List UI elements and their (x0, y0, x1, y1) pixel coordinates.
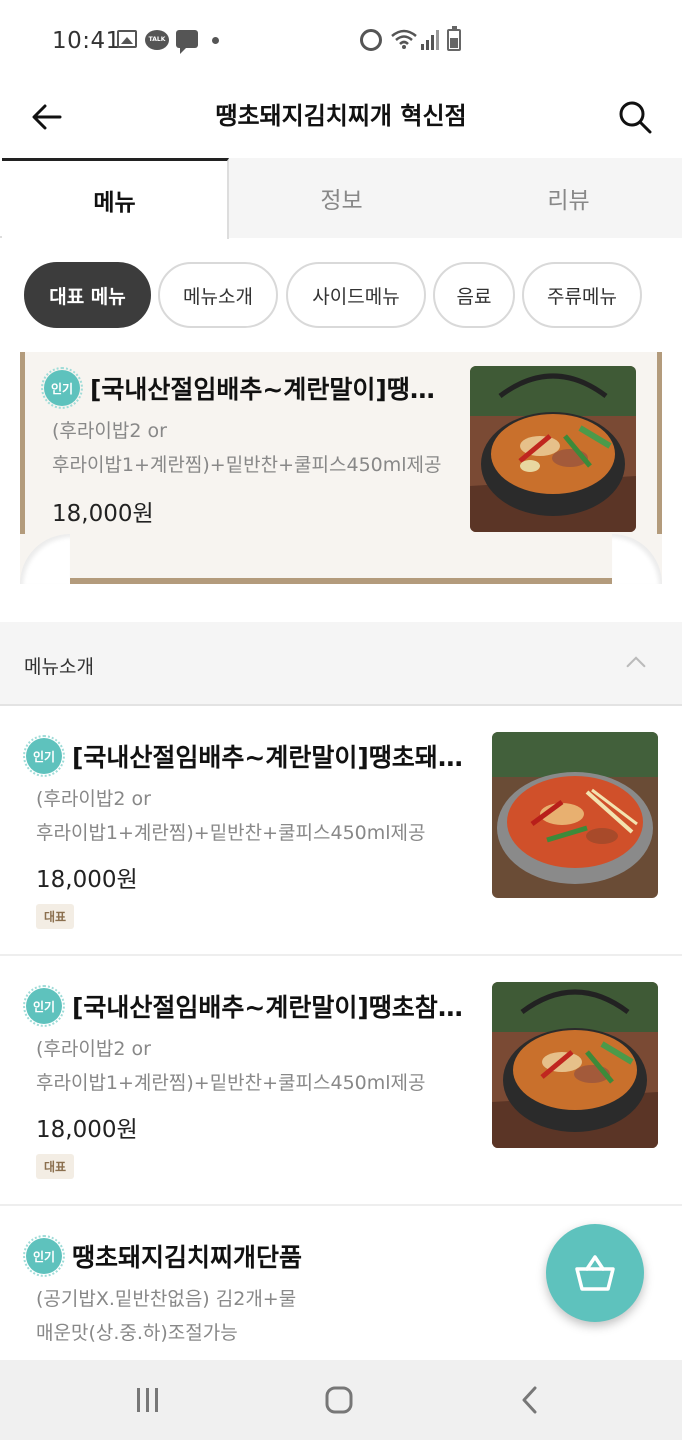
item-desc-line1: (후라이밥2 or (36, 788, 151, 810)
tab-info[interactable]: 정보 (228, 158, 455, 238)
chip-menu-intro[interactable]: 메뉴소개 (158, 262, 278, 328)
system-nav-bar (0, 1360, 682, 1440)
alarm-icon (360, 29, 382, 51)
home-icon (325, 1386, 353, 1414)
status-bar: 10:41 TALK (0, 0, 682, 80)
list-item[interactable]: 인기 [국내산절임배추~계란말이]땡초참치김치찌개 (후라이밥2 or 후라이밥… (0, 956, 682, 1206)
signature-tag: 대표 (36, 904, 75, 929)
recent-apps-icon (137, 1388, 158, 1412)
tab-review[interactable]: 리뷰 (455, 158, 682, 238)
featured-food-image (470, 366, 636, 532)
battery-icon (447, 26, 461, 51)
featured-menu-card[interactable]: 인기 [국내산절임배추~계란말이]땡초돼지김치찌개 (후라이밥2 or 후라이밥… (14, 352, 668, 592)
frame-rail-right (657, 352, 662, 534)
frame-rail-bottom (70, 578, 612, 584)
tab-bar: 메뉴 정보 리뷰 (0, 158, 682, 239)
popular-badge: 인기 (23, 735, 65, 777)
recent-apps-button[interactable] (118, 1380, 178, 1420)
gallery-notification-icon (117, 30, 137, 48)
featured-desc-line2: 후라이밥1+계란찜)+밑반찬+쿨피스450ml제공 (52, 454, 442, 476)
item-desc-line1: (공기밥X.밑반찬없음) 김2개+물 (36, 1288, 297, 1310)
item-title: 땡초돼지김치찌개단품 (72, 1243, 303, 1272)
item-title: [국내산절임배추~계란말이]땡초참치김치찌개 (72, 993, 472, 1022)
chevron-up-icon[interactable] (626, 652, 646, 672)
item-desc-line2: 매운맛(상.중.하)조절가능 (36, 1322, 238, 1344)
signal-icon (421, 30, 439, 50)
chip-liquor-menu[interactable]: 주류메뉴 (522, 262, 642, 328)
message-notification-icon (176, 30, 198, 54)
chip-side-menu[interactable]: 사이드메뉴 (286, 262, 426, 328)
basket-icon (575, 1255, 615, 1291)
featured-title: [국내산절임배추~계란말이]땡초돼지김치찌개 (90, 375, 450, 404)
page-title: 땡초돼지김치찌개 혁신점 (215, 102, 467, 130)
home-button[interactable] (309, 1380, 369, 1420)
item-desc-line1: (후라이밥2 or (36, 1038, 151, 1060)
featured-desc-line1: (후라이밥2 or (52, 420, 167, 442)
chip-signature-menu[interactable]: 대표 메뉴 (24, 262, 151, 328)
chip-beverage[interactable]: 음료 (433, 262, 515, 328)
signature-tag: 대표 (36, 1154, 75, 1179)
frame-rail-left (20, 352, 25, 534)
nav-back-button[interactable] (500, 1380, 560, 1420)
list-item[interactable]: 인기 [국내산절임배추~계란말이]땡초돼지김치찌개 (후라이밥2 or 후라이밥… (0, 706, 682, 956)
item-food-image (492, 982, 658, 1148)
status-time: 10:41 (52, 28, 121, 54)
popular-badge: 인기 (23, 985, 65, 1027)
tab-menu[interactable]: 메뉴 (2, 158, 229, 239)
item-desc-line2: 후라이밥1+계란찜)+밑반찬+쿨피스450ml제공 (36, 1072, 426, 1094)
popular-badge: 인기 (23, 1235, 65, 1277)
more-notifications-icon (212, 37, 219, 44)
menu-intro-section-header[interactable]: 메뉴소개 (0, 622, 682, 706)
section-title: 메뉴소개 (24, 656, 94, 678)
item-price: 18,000원 (36, 867, 138, 893)
popular-badge: 인기 (41, 367, 83, 409)
featured-price: 18,000원 (52, 501, 154, 527)
item-food-image (492, 732, 658, 898)
kakaotalk-notification-icon: TALK (145, 30, 169, 50)
app-header: 땡초돼지김치찌개 혁신점 (0, 78, 682, 158)
nav-back-icon (522, 1386, 537, 1414)
wifi-icon (391, 29, 417, 49)
item-desc-line2: 후라이밥1+계란찜)+밑반찬+쿨피스450ml제공 (36, 822, 426, 844)
cart-button[interactable] (546, 1224, 644, 1322)
search-icon (619, 101, 652, 134)
item-price: 18,000원 (36, 1117, 138, 1143)
search-button[interactable] (610, 92, 660, 142)
item-title: [국내산절임배추~계란말이]땡초돼지김치찌개 (72, 743, 472, 772)
